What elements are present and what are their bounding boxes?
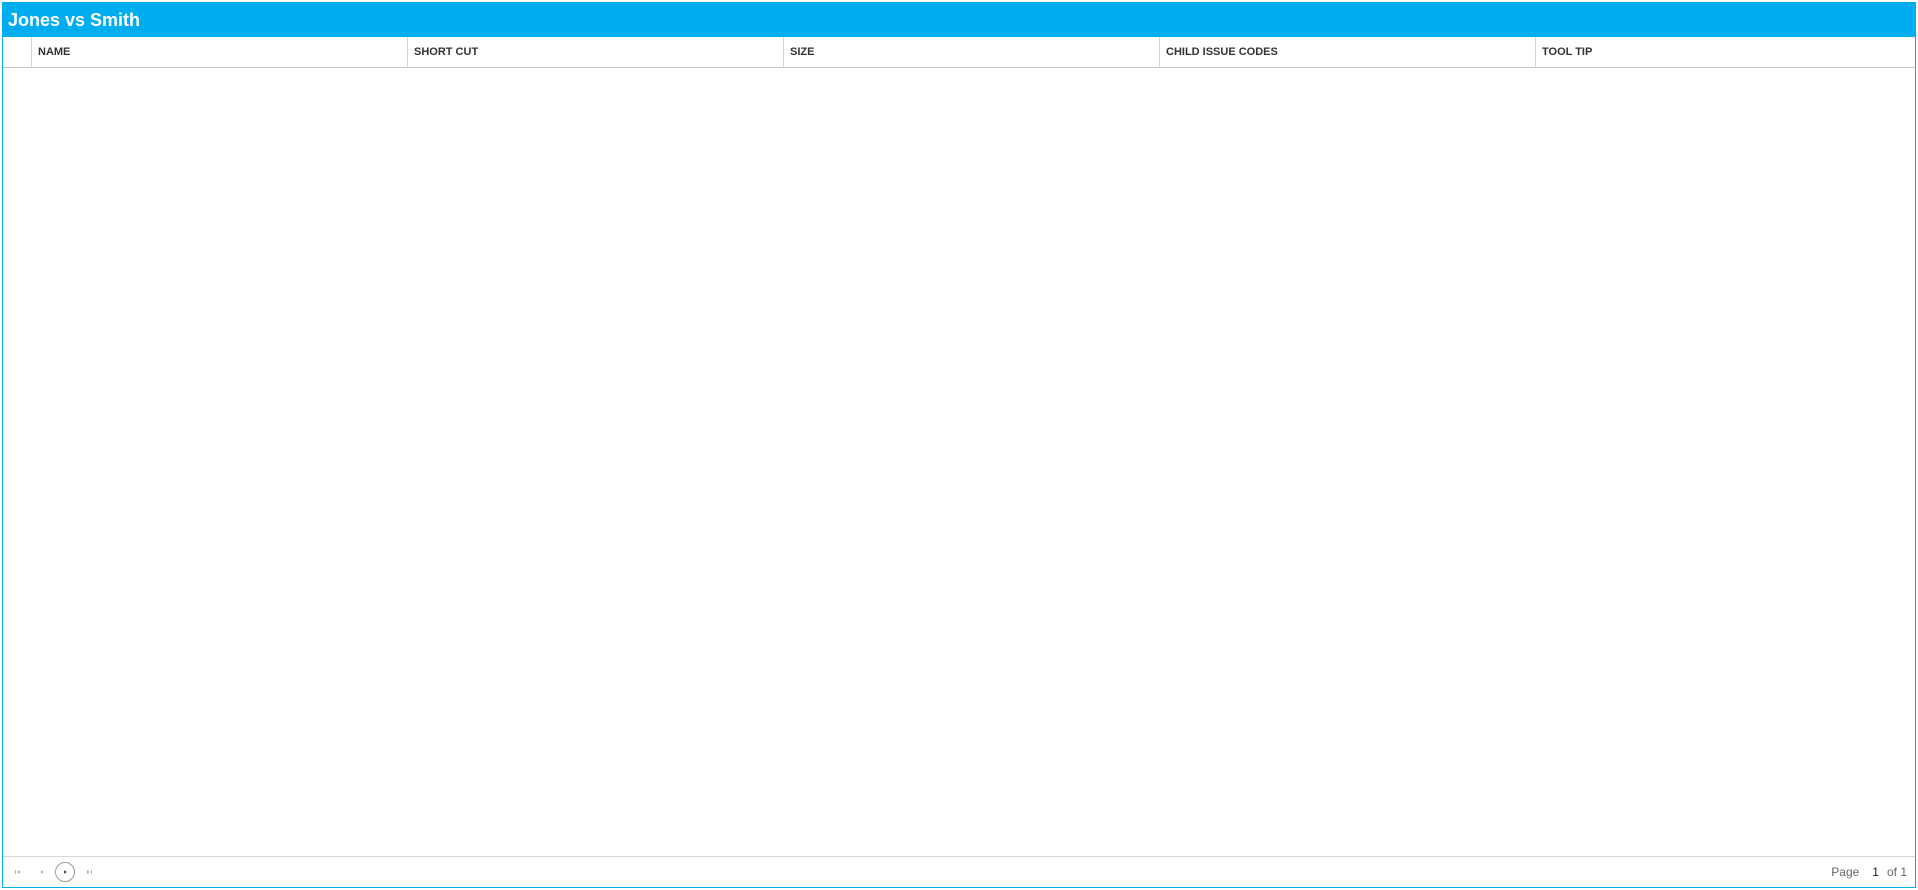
column-header-size[interactable]: SIZE bbox=[784, 37, 1160, 67]
issue-codes-panel: Jones vs Smith NAME SHORT CUT SIZE CHILD… bbox=[2, 2, 1916, 888]
last-page-button[interactable] bbox=[79, 862, 99, 882]
page-label: Page bbox=[1831, 865, 1860, 879]
panel-title: Jones vs Smith bbox=[3, 3, 1915, 37]
next-page-button[interactable] bbox=[55, 862, 75, 882]
first-page-button[interactable] bbox=[8, 862, 28, 882]
page-total: of 1 bbox=[1886, 865, 1907, 879]
select-column-header bbox=[3, 37, 32, 67]
pager-info: Page 1 of 1 bbox=[1831, 857, 1907, 887]
column-header-child-issue-codes[interactable]: CHILD ISSUE CODES bbox=[1160, 37, 1536, 67]
pager: Page 1 of 1 bbox=[3, 856, 1915, 887]
column-header-tool-tip[interactable]: TOOL TIP bbox=[1536, 37, 1915, 67]
current-page-number[interactable]: 1 bbox=[1872, 857, 1879, 887]
grid-header: NAME SHORT CUT SIZE CHILD ISSUE CODES TO… bbox=[3, 37, 1915, 68]
column-header-name[interactable]: NAME bbox=[32, 37, 408, 67]
first-page-icon bbox=[15, 870, 20, 874]
previous-page-icon bbox=[40, 870, 43, 874]
grid-body bbox=[3, 68, 1915, 856]
next-page-icon bbox=[64, 870, 67, 874]
previous-page-button[interactable] bbox=[32, 862, 52, 882]
last-page-icon bbox=[87, 870, 92, 874]
column-header-short-cut[interactable]: SHORT CUT bbox=[408, 37, 784, 67]
